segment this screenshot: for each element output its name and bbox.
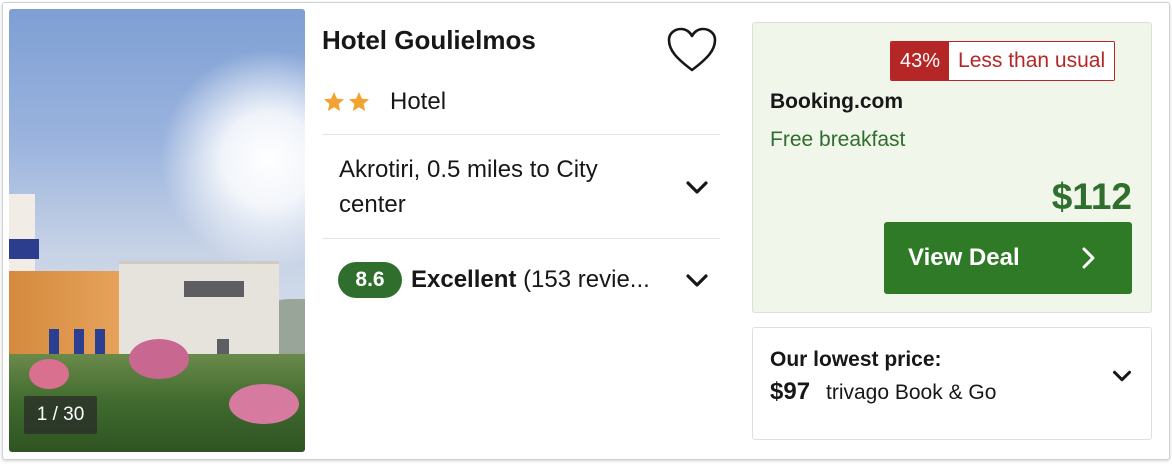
star-rating	[322, 90, 372, 116]
chevron-down-icon[interactable]	[1108, 362, 1136, 390]
discount-percent: 43%	[891, 42, 950, 80]
divider	[322, 134, 720, 135]
view-deal-label: View Deal	[908, 244, 1020, 271]
chevron-down-icon[interactable]	[682, 266, 712, 296]
lowest-price-label: Our lowest price:	[770, 348, 942, 371]
rating-label: Excellent	[411, 266, 517, 293]
chevron-down-icon[interactable]	[682, 173, 712, 203]
hotel-name[interactable]: Hotel Goulielmos	[322, 25, 536, 56]
chevron-right-icon	[1082, 247, 1095, 269]
lowest-price-value: $97	[770, 378, 811, 405]
rating-score-badge[interactable]: 8.6	[338, 262, 402, 298]
location-text[interactable]: Akrotiri, 0.5 miles to City center	[339, 152, 659, 222]
star-icon	[324, 92, 344, 111]
star-icon	[349, 92, 369, 111]
discount-badge: 43% Less than usual	[890, 41, 1116, 81]
divider	[322, 238, 720, 239]
discount-text: Less than usual	[949, 42, 1115, 80]
hotel-type: Hotel	[390, 88, 447, 115]
hotel-photo[interactable]	[9, 9, 305, 452]
rating-summary[interactable]: Excellent (153 revie...	[411, 266, 650, 294]
deal-perk: Free breakfast	[770, 128, 906, 151]
lowest-price-source: trivago Book & Go	[826, 381, 997, 404]
review-count: (153 revie...	[523, 266, 650, 293]
deal-price: $112	[1051, 176, 1132, 217]
photo-counter: 1 / 30	[24, 396, 97, 434]
view-deal-button[interactable]: View Deal	[884, 222, 1132, 294]
heart-icon[interactable]	[666, 26, 718, 74]
deal-provider: Booking.com	[770, 90, 904, 113]
